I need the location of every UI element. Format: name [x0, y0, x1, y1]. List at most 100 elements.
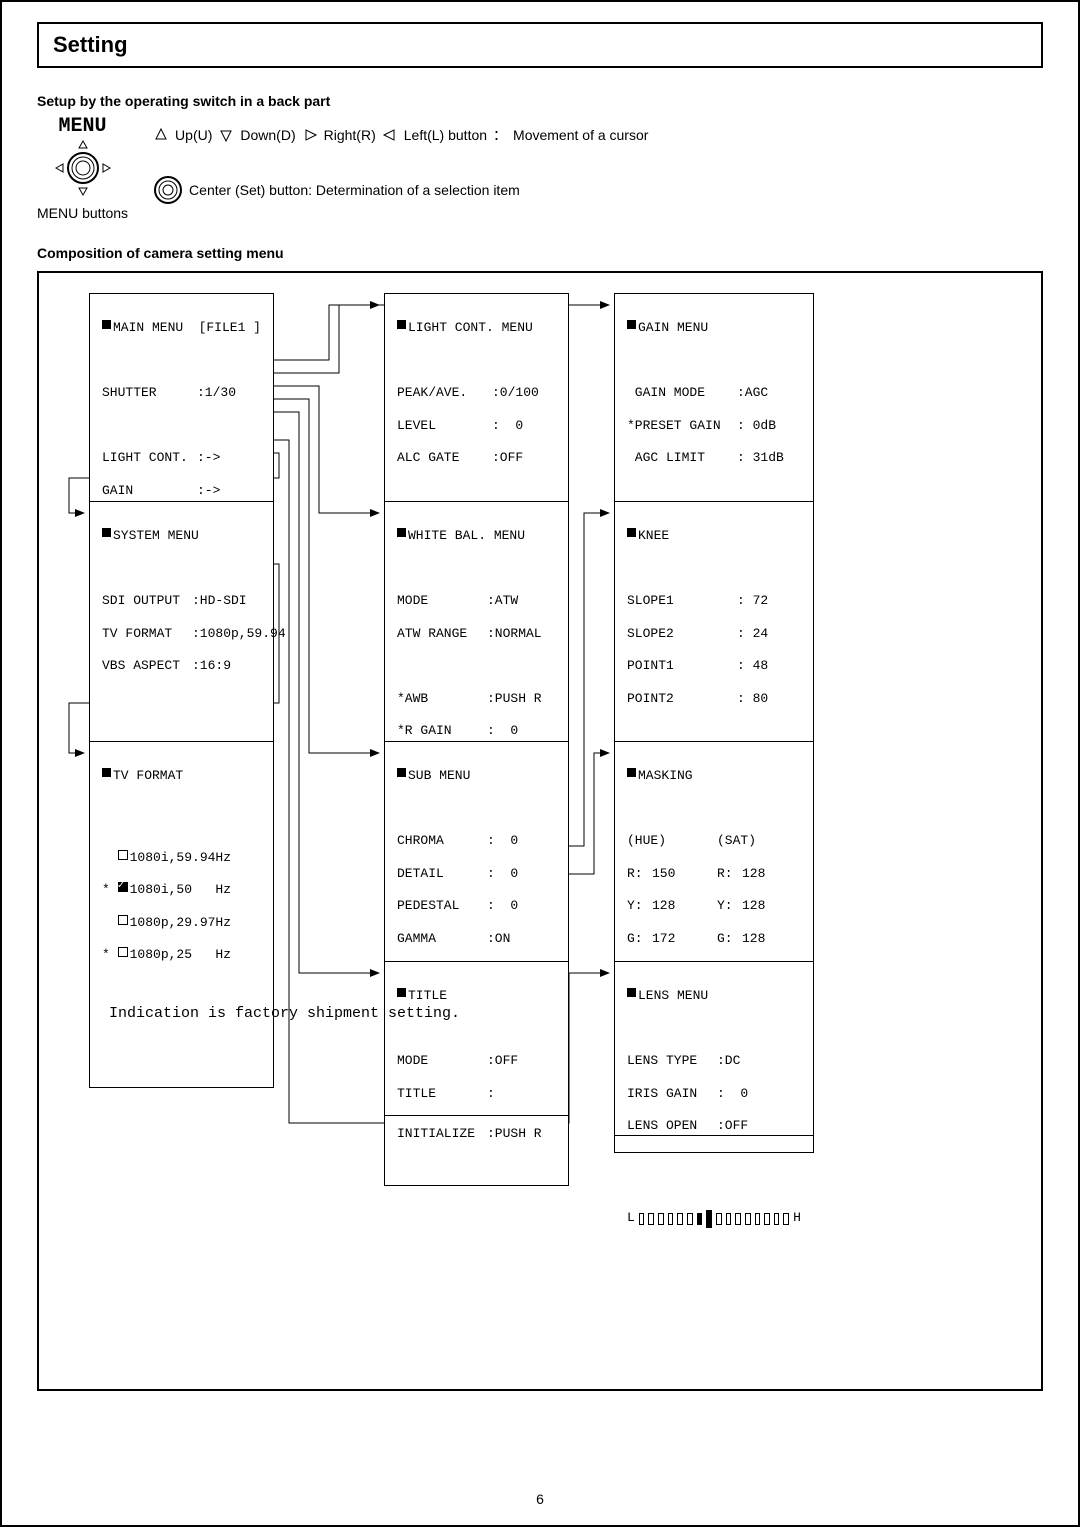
- tf-r0: 1080i,59.94Hz: [130, 850, 231, 866]
- tm-r0l: MODE: [397, 1053, 487, 1069]
- mk-r2d: 128: [742, 931, 765, 947]
- sm-r1l: TV FORMAT: [102, 626, 192, 642]
- sb-r1l: DETAIL: [397, 866, 487, 882]
- legend-colon: ：: [493, 125, 507, 145]
- mk-r1a: Y:: [627, 898, 652, 914]
- kn-r1l: SLOPE2: [627, 626, 737, 642]
- mk-sat-head: (SAT): [717, 833, 756, 849]
- lm-r1v: : 0: [717, 1086, 748, 1102]
- scale-h: H: [793, 1210, 801, 1226]
- mm-gain-val: :->: [197, 483, 220, 499]
- center-button-icon: [153, 175, 183, 205]
- lc-r1l: LEVEL: [397, 418, 492, 434]
- sb-r3l: GAMMA: [397, 931, 487, 947]
- iris-scale: L H: [627, 1210, 801, 1228]
- wb-r3l: *AWB: [397, 691, 487, 707]
- lm-r2v: :OFF: [717, 1118, 748, 1134]
- gain-menu-title: GAIN MENU: [638, 320, 708, 336]
- setup-heading: Setup by the operating switch in a back …: [37, 93, 1043, 109]
- wb-r4v: : 0: [487, 723, 518, 739]
- white-bal-title: WHITE BAL. MENU: [408, 528, 525, 544]
- lc-r1v: : 0: [492, 418, 523, 434]
- sm-r2l: VBS ASPECT: [102, 658, 192, 674]
- legend: Up(U) Down(D) Right(R) Left(L) button ： …: [153, 115, 1043, 235]
- mk-r2a: G:: [627, 931, 652, 947]
- gm-r0v: :AGC: [737, 385, 768, 401]
- light-cont-title: LIGHT CONT. MENU: [408, 320, 533, 336]
- mk-r1d: 128: [742, 898, 765, 914]
- kn-r1v: : 24: [737, 626, 768, 642]
- factory-note: Indication is factory shipment setting.: [109, 1003, 460, 1026]
- gm-r1l: *PRESET GAIN: [627, 418, 737, 434]
- composition-heading: Composition of camera setting menu: [37, 245, 1043, 261]
- page-number: 6: [536, 1491, 544, 1507]
- gm-r2l: AGC LIMIT: [627, 450, 737, 466]
- tf-r3: 1080p,25 Hz: [130, 947, 231, 963]
- checkbox-icon: [118, 915, 128, 925]
- lm-r1l: IRIS GAIN: [627, 1086, 717, 1102]
- lm-r2l: LENS OPEN: [627, 1118, 717, 1134]
- gm-r0l: GAIN MODE: [627, 385, 737, 401]
- tf-r1: 1080i,50 Hz: [130, 882, 231, 898]
- arrow-right-icon: [302, 127, 318, 143]
- menu-buttons-caption: MENU buttons: [37, 205, 128, 221]
- lc-r2v: :OFF: [492, 450, 523, 466]
- mk-r0c: R:: [717, 866, 742, 882]
- mk-r1b: 128: [652, 898, 717, 914]
- gm-r1v: : 0dB: [737, 418, 776, 434]
- sub-menu-title: SUB MENU: [408, 768, 470, 784]
- tf-r1p: *: [102, 882, 118, 898]
- tm-r0v: :OFF: [487, 1053, 518, 1069]
- mm-shutter-lbl: SHUTTER: [102, 385, 197, 401]
- sm-r0v: :HD-SDI: [192, 593, 247, 609]
- tf-r2p: [102, 915, 118, 931]
- mk-r0d: 128: [742, 866, 765, 882]
- mm-light-val: :->: [197, 450, 220, 466]
- sm-r0l: SDI OUTPUT: [102, 593, 192, 609]
- checkbox-icon: [118, 947, 128, 957]
- mk-r0b: 150: [652, 866, 717, 882]
- sb-r1v: : 0: [487, 866, 518, 882]
- mm-light-lbl: LIGHT CONT.: [102, 450, 197, 466]
- lc-r0v: :0/100: [492, 385, 539, 401]
- wb-r4l: *R GAIN: [397, 723, 487, 739]
- menu-button-illustration: MENU MENU buttons: [37, 115, 128, 221]
- mk-r0a: R:: [627, 866, 652, 882]
- legend-right: Right(R): [324, 127, 376, 143]
- mk-r1c: Y:: [717, 898, 742, 914]
- sb-r3v: :ON: [487, 931, 510, 947]
- joystick-icon: [53, 138, 113, 198]
- mk-r2c: G:: [717, 931, 742, 947]
- arrow-down-icon: [218, 127, 234, 143]
- tv-format-title: TV FORMAT: [113, 768, 183, 784]
- wb-r1l: ATW RANGE: [397, 626, 487, 642]
- mm-gain-lbl: GAIN: [102, 483, 197, 499]
- lm-r0v: :DC: [717, 1053, 740, 1069]
- scale-l: L: [627, 1210, 635, 1226]
- tf-r0p: [102, 850, 118, 866]
- legend-left: Left(L) button: [404, 127, 487, 143]
- checkbox-checked-icon: [118, 882, 128, 892]
- sb-r0v: : 0: [487, 833, 518, 849]
- lens-menu-title: LENS MENU: [638, 988, 708, 1004]
- mk-hue-head: (HUE): [627, 833, 717, 849]
- main-menu-file: [FILE1 ]: [199, 320, 261, 336]
- kn-r3l: POINT2: [627, 691, 737, 707]
- sb-r2v: : 0: [487, 898, 518, 914]
- system-menu-title: SYSTEM MENU: [113, 528, 199, 544]
- tv-format-box: TV FORMAT 1080i,59.94Hz * 1080i,50 Hz 10…: [89, 741, 274, 1088]
- lc-r2l: ALC GATE: [397, 450, 492, 466]
- legend-center: Center (Set) button: Determination of a …: [189, 182, 520, 198]
- checkbox-icon: [118, 850, 128, 860]
- legend-down: Down(D): [240, 127, 295, 143]
- lc-r0l: PEAK/AVE.: [397, 385, 492, 401]
- legend-up: Up(U): [175, 127, 212, 143]
- sm-r1v: :1080p,59.94: [192, 626, 286, 642]
- kn-r3v: : 80: [737, 691, 768, 707]
- page-title-box: Setting: [37, 22, 1043, 68]
- knee-title: KNEE: [638, 528, 669, 544]
- tm-r1v: :: [487, 1086, 495, 1102]
- mm-shutter-val: :1/30: [197, 385, 236, 401]
- kn-r0l: SLOPE1: [627, 593, 737, 609]
- arrow-up-icon: [153, 127, 169, 143]
